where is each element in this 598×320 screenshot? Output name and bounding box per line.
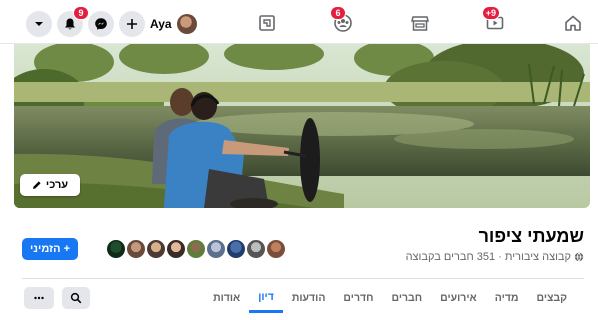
divider xyxy=(22,278,584,279)
edit-cover-button[interactable]: ערכי xyxy=(20,174,80,196)
plus-icon: + xyxy=(63,243,71,255)
profile-name: Aya xyxy=(150,17,172,31)
member-avatars[interactable] xyxy=(105,238,295,262)
member-avatar[interactable] xyxy=(205,238,227,260)
marketplace-icon xyxy=(411,16,429,31)
nav-watch[interactable]: +9 xyxy=(480,6,510,36)
invite-button[interactable]: + הזמיני xyxy=(22,238,78,260)
caret-down-icon xyxy=(35,22,43,26)
bell-icon xyxy=(65,18,75,30)
home-icon xyxy=(565,15,581,31)
tab-members[interactable]: חברים xyxy=(382,283,431,313)
member-avatar[interactable] xyxy=(265,238,287,260)
more-options-button[interactable] xyxy=(24,287,54,309)
profile-shortcut[interactable]: Aya xyxy=(150,13,197,35)
group-title: שמעתי ציפור xyxy=(478,226,584,246)
member-avatar[interactable] xyxy=(125,238,147,260)
member-avatar[interactable] xyxy=(105,238,127,260)
pages-icon xyxy=(259,15,275,31)
search-button[interactable] xyxy=(62,287,90,309)
tab-rooms[interactable]: חדרים xyxy=(334,283,382,313)
edit-cover-label: ערכי xyxy=(45,179,69,191)
groups-badge: 6 xyxy=(330,6,346,20)
group-meta: קבוצה ציבורית · 351 חברים בקבוצה xyxy=(406,251,584,263)
member-avatar[interactable] xyxy=(245,238,267,260)
globe-icon xyxy=(574,252,584,262)
top-navigation-bar: 9 Aya 6 +9 xyxy=(0,0,598,44)
tab-files[interactable]: קבצים xyxy=(527,283,576,313)
messenger-icon xyxy=(95,18,107,30)
more-icon xyxy=(34,296,44,300)
search-icon xyxy=(70,292,82,304)
cover-photo xyxy=(14,44,590,208)
invite-label: הזמיני xyxy=(29,243,61,255)
tab-events[interactable]: אירועים xyxy=(431,283,486,313)
plus-icon xyxy=(127,19,137,29)
tab-about[interactable]: אודות xyxy=(204,283,249,313)
cover-image xyxy=(14,44,590,208)
account-menu-button[interactable] xyxy=(26,11,52,37)
nav-groups[interactable]: 6 xyxy=(328,6,358,36)
group-tabs: אודות דיון הודעות חדרים חברים אירועים מד… xyxy=(204,283,576,315)
messenger-button[interactable] xyxy=(88,11,114,37)
notifications-badge: 9 xyxy=(73,6,89,20)
avatar xyxy=(176,14,197,34)
member-avatar[interactable] xyxy=(145,238,167,260)
pencil-icon xyxy=(32,181,41,189)
member-avatar[interactable] xyxy=(185,238,207,260)
notifications-button[interactable]: 9 xyxy=(57,6,89,37)
tab-media[interactable]: מדיה xyxy=(486,283,528,313)
tab-discussion[interactable]: דיון xyxy=(249,283,283,313)
nav-marketplace[interactable] xyxy=(405,10,435,36)
nav-home[interactable] xyxy=(558,10,588,36)
group-meta-text: קבוצה ציבורית · 351 חברים בקבוצה xyxy=(405,251,571,263)
nav-pages[interactable] xyxy=(252,10,282,36)
watch-badge: +9 xyxy=(481,6,500,20)
create-button[interactable] xyxy=(119,11,145,37)
tab-announcements[interactable]: הודעות xyxy=(283,283,335,313)
member-avatar[interactable] xyxy=(225,238,247,260)
member-avatar[interactable] xyxy=(165,238,187,260)
